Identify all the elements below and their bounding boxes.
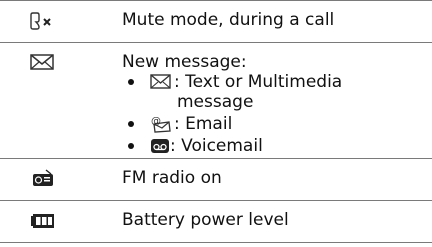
row-label: Mute mode, during a call <box>122 10 335 30</box>
list-item-text: : Email <box>174 114 233 134</box>
list-item-continuation: message <box>177 92 254 112</box>
bullet-dot <box>128 79 134 85</box>
battery-icon <box>18 210 68 232</box>
table-row-battery: Battery power level <box>0 200 432 242</box>
row-label: Battery power level <box>122 210 289 230</box>
email-icon: @ <box>150 115 172 133</box>
list-item-text: : Voicemail <box>170 136 263 156</box>
mute-icon <box>18 10 68 32</box>
bullet-dot <box>128 121 134 127</box>
table-row-new-message: New message: : Text or Multimedia messag… <box>0 42 432 158</box>
bullet-dot <box>128 143 134 149</box>
row-label: FM radio on <box>122 168 222 188</box>
fm-radio-icon <box>18 167 68 189</box>
row-divider <box>0 242 432 243</box>
table-row-fm-radio: FM radio on <box>0 158 432 200</box>
voicemail-icon <box>150 138 170 154</box>
list-item: : Text or Multimedia <box>122 72 342 92</box>
envelope-icon <box>18 52 68 72</box>
list-item: @ : Email <box>122 114 232 134</box>
table-row-mute: Mute mode, during a call <box>0 0 432 42</box>
envelope-icon <box>150 74 172 90</box>
row-label: New message: <box>122 52 247 72</box>
list-item-text: : Text or Multimedia <box>174 72 343 92</box>
list-item: : Voicemail <box>122 136 263 156</box>
